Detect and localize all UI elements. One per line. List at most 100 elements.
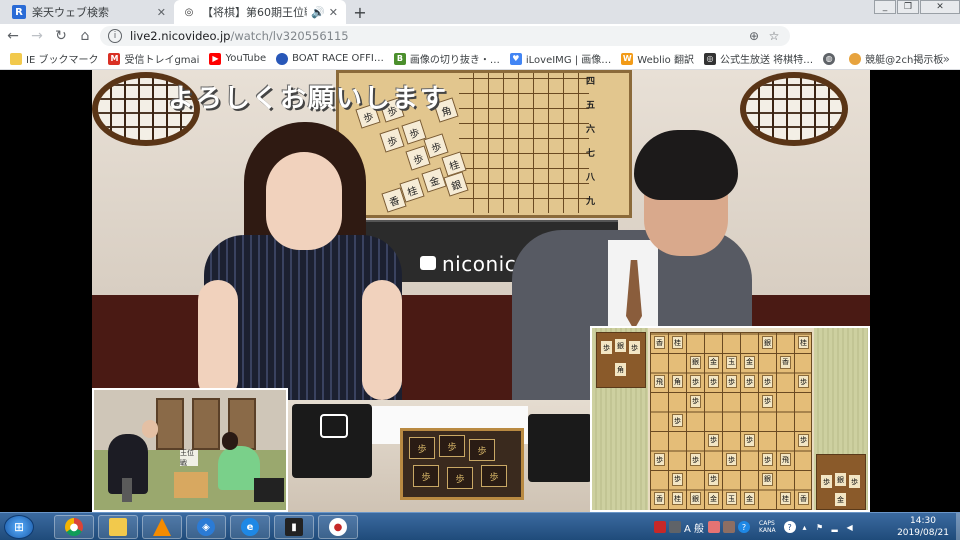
water-bottles xyxy=(122,478,132,502)
close-window-button[interactable]: ✕ xyxy=(920,0,960,14)
help-icon[interactable]: ? xyxy=(738,521,751,533)
side-table xyxy=(254,478,284,502)
bookmark-label: Weblio 翻訳 xyxy=(637,55,694,66)
bookmark-item[interactable]: W Weblio 翻訳 xyxy=(621,51,694,66)
captured-piece: 銀 xyxy=(835,473,846,486)
bookmark-label: 画像の切り抜き・… xyxy=(409,55,500,66)
bookmark-item[interactable]: ♥ iLoveIMG | 画像… xyxy=(509,51,612,66)
help-icon[interactable]: ? xyxy=(783,521,796,533)
back-button[interactable]: ← xyxy=(2,25,24,47)
show-desktop-button[interactable] xyxy=(956,513,960,540)
explorer-folder-icon xyxy=(109,518,127,536)
board-piece: 歩 xyxy=(744,433,755,447)
bookmarks-overflow-icon[interactable]: » xyxy=(943,52,950,66)
captured-piece: 歩 xyxy=(849,475,860,488)
minimize-button[interactable]: _ xyxy=(874,0,896,14)
board-piece: 飛 xyxy=(654,375,665,388)
board-piece: 歩 xyxy=(672,472,683,486)
room-panel xyxy=(192,398,220,450)
board-piece: 歩 xyxy=(690,394,701,408)
bookmark-label: YouTube xyxy=(225,53,267,64)
forward-button[interactable]: → xyxy=(26,25,48,47)
address-bar[interactable]: i live2.nicovideo.jp/watch/lv320556115 ⊕… xyxy=(100,26,790,46)
board-piece: 金 xyxy=(708,355,719,369)
browser-toolbar: ← → ↻ ⌂ i live2.nicovideo.jp/watch/lv320… xyxy=(0,24,960,68)
reload-button[interactable]: ↻ xyxy=(50,25,72,47)
info-icon[interactable]: i xyxy=(108,29,122,43)
recorder-icon: ● xyxy=(329,518,347,536)
restore-button[interactable]: ❐ xyxy=(897,0,919,14)
board-piece: 桂 xyxy=(672,492,683,505)
wall-board-rank: 七 xyxy=(586,149,596,159)
vlc-icon xyxy=(153,518,171,536)
bookmark-item[interactable]: ◍ xyxy=(823,52,839,65)
pip-game-room: 王位戦 xyxy=(92,388,288,512)
board-piece: 桂 xyxy=(672,336,683,349)
board-piece: 香 xyxy=(654,492,665,505)
show-hidden-icons[interactable]: ▴ xyxy=(799,521,811,533)
bookmark-item[interactable]: M 受信トレイgmai xyxy=(108,51,199,66)
url-text[interactable]: live2.nicovideo.jp/watch/lv320556115 xyxy=(130,29,349,43)
bookmark-item[interactable]: B 画像の切り抜き・… xyxy=(393,51,500,66)
laptop xyxy=(528,414,592,482)
box-piece: 歩 xyxy=(413,465,439,487)
tab-title: 【将棋】第60期王位戦 七番 xyxy=(202,6,308,19)
board-piece: 金 xyxy=(708,492,719,505)
tab-rakuten[interactable]: R 楽天ウェブ検索 ✕ xyxy=(4,0,174,24)
komadai-bottom: 歩 銀 歩 金 xyxy=(816,454,866,510)
title-sign: 王位戦 xyxy=(180,449,198,467)
board-piece: 歩 xyxy=(708,472,719,486)
taskbar-app[interactable] xyxy=(98,515,138,539)
board-piece: 歩 xyxy=(672,414,683,427)
tray-app-icon[interactable] xyxy=(669,521,681,533)
board-closeup: 歩 銀 歩 角 歩 銀 歩 金 香桂銀金玉金銀桂香角飛歩歩歩歩歩歩歩歩歩歩歩歩歩… xyxy=(590,326,870,512)
board-piece: 歩 xyxy=(708,433,719,447)
board-piece: 歩 xyxy=(798,375,809,388)
bookmark-label: 競艇@2ch掲示板 xyxy=(865,55,944,66)
taskbar-app[interactable]: ◈ xyxy=(186,515,226,539)
bookmark-item[interactable]: IE ブックマーク xyxy=(10,51,98,66)
bookmark-item[interactable]: ▶ YouTube xyxy=(209,52,267,65)
tray-app-icon[interactable] xyxy=(723,521,736,533)
start-button[interactable]: ⊞ xyxy=(4,515,34,539)
speaker-icon[interactable]: 🔊 xyxy=(311,6,325,19)
tray-app-icon[interactable] xyxy=(708,521,721,533)
taskbar-app[interactable] xyxy=(142,515,182,539)
box-piece: 歩 xyxy=(409,437,435,459)
tab-bar: R 楽天ウェブ検索 ✕ ◎ 【将棋】第60期王位戦 七番 🔊 ✕ + _ ❐ ✕ xyxy=(0,0,960,24)
new-tab-button[interactable]: + xyxy=(350,2,370,22)
action-center-icon[interactable]: ⚑ xyxy=(814,521,826,533)
niconico-icon: ◎ xyxy=(703,52,716,65)
close-icon[interactable]: ✕ xyxy=(157,6,166,19)
home-button[interactable]: ⌂ xyxy=(74,25,96,47)
board-piece: 玉 xyxy=(726,492,737,505)
ime-indicator[interactable]: A 般 xyxy=(684,520,704,535)
bookmark-item[interactable]: BOAT RACE OFFI… xyxy=(276,52,384,65)
bookmark-star-icon[interactable]: ☆ xyxy=(766,28,782,44)
video-caption: よろしくお願いします xyxy=(168,84,449,114)
bookmark-item[interactable]: ◎ 公式生放送 将棋特… xyxy=(703,51,813,66)
taskbar-app[interactable]: ▮ xyxy=(274,515,314,539)
board-piece: 歩 xyxy=(690,453,701,466)
board-piece: 銀 xyxy=(762,336,773,349)
bookmark-label: iLoveIMG | 画像… xyxy=(525,55,612,66)
niconico-live-icon: ◎ xyxy=(184,6,194,18)
network-icon[interactable]: ▂ xyxy=(829,521,841,533)
taskbar-app[interactable]: e xyxy=(230,515,270,539)
taskbar-app[interactable]: ● xyxy=(318,515,358,539)
clock[interactable]: 14:30 2019/08/21 xyxy=(890,515,956,539)
speaker-icon[interactable]: ◀ xyxy=(844,521,856,533)
komadai-top: 歩 銀 歩 角 xyxy=(596,332,646,388)
board-piece: 歩 xyxy=(726,453,737,466)
system-tray: A 般 ? CAPS KANA ? ▴ ⚑ ▂ ◀ xyxy=(654,517,859,537)
tray-app-icon[interactable] xyxy=(654,521,666,533)
ie-icon: e xyxy=(241,518,259,536)
tab-niconico-live[interactable]: ◎ 【将棋】第60期王位戦 七番 🔊 ✕ xyxy=(174,0,346,24)
close-icon[interactable]: ✕ xyxy=(329,6,338,19)
gmail-icon: M xyxy=(108,52,121,65)
taskbar-app[interactable]: ● xyxy=(54,515,94,539)
zoom-icon[interactable]: ⊕ xyxy=(746,28,762,44)
niconico-tv-icon xyxy=(420,256,436,270)
board-piece: 銀 xyxy=(690,355,701,369)
bookmark-item[interactable]: 競艇@2ch掲示板 xyxy=(849,51,943,66)
